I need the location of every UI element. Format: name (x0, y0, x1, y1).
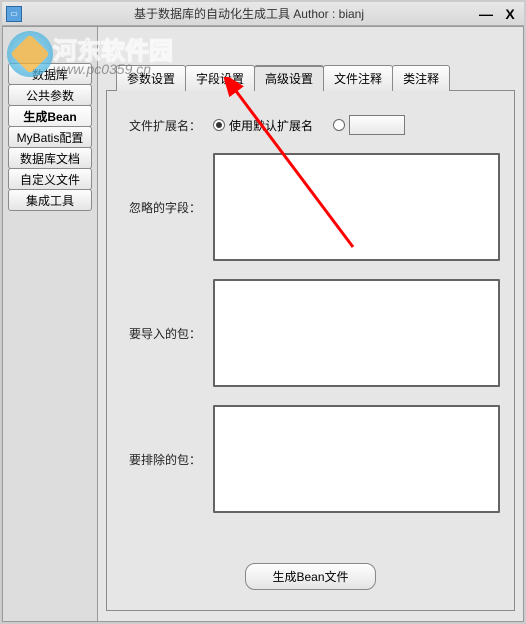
tab-advanced[interactable]: 高级设置 (254, 65, 324, 91)
sidebar: 数据库 公共参数 生成Bean MyBatis配置 数据库文档 自定义文件 集成… (3, 27, 98, 621)
radio-custom-ext[interactable] (333, 115, 405, 135)
sidebar-item-common-params[interactable]: 公共参数 (8, 84, 92, 106)
sidebar-item-database[interactable]: 数据库 (8, 63, 92, 85)
app-icon: ▭ (6, 6, 22, 22)
label-file-extension: 文件扩展名： (121, 113, 201, 134)
sidebar-item-mybatis[interactable]: MyBatis配置 (8, 126, 92, 148)
label-ignore-fields: 忽略的字段： (121, 199, 201, 216)
window-title: 基于数据库的自动化生成工具 Author : bianj (28, 5, 470, 22)
row-ignore-fields: 忽略的字段： (121, 153, 500, 261)
tab-params[interactable]: 参数设置 (116, 65, 186, 91)
tabstrip: 参数设置 字段设置 高级设置 文件注释 类注释 (116, 65, 515, 91)
sidebar-item-generate-bean[interactable]: 生成Bean (8, 105, 92, 127)
custom-ext-input[interactable] (349, 115, 405, 135)
main-panel: 参数设置 字段设置 高级设置 文件注释 类注释 文件扩展名： 使用默认扩展名 (98, 27, 523, 621)
ignore-fields-textarea[interactable] (213, 153, 500, 261)
label-import-packages: 要导入的包： (121, 325, 201, 342)
tab-fields[interactable]: 字段设置 (185, 65, 255, 91)
radio-default-ext[interactable]: 使用默认扩展名 (213, 117, 313, 134)
radio-icon (213, 119, 225, 131)
close-button[interactable]: X (500, 6, 520, 22)
tab-file-comments[interactable]: 文件注释 (323, 65, 393, 91)
row-import-packages: 要导入的包： (121, 279, 500, 387)
tab-content-advanced: 文件扩展名： 使用默认扩展名 忽略的字段： (106, 90, 515, 611)
label-exclude-packages: 要排除的包： (121, 451, 201, 468)
radio-icon (333, 119, 345, 131)
generate-bean-button[interactable]: 生成Bean文件 (245, 563, 375, 590)
sidebar-item-integration-tools[interactable]: 集成工具 (8, 189, 92, 211)
radio-default-ext-label: 使用默认扩展名 (229, 117, 313, 134)
exclude-packages-textarea[interactable] (213, 405, 500, 513)
row-file-extension: 文件扩展名： 使用默认扩展名 (121, 113, 500, 135)
import-packages-textarea[interactable] (213, 279, 500, 387)
minimize-button[interactable]: — (476, 6, 496, 22)
tab-class-comments[interactable]: 类注释 (392, 65, 450, 91)
sidebar-item-db-docs[interactable]: 数据库文档 (8, 147, 92, 169)
row-exclude-packages: 要排除的包： (121, 405, 500, 513)
sidebar-item-custom-files[interactable]: 自定义文件 (8, 168, 92, 190)
titlebar: ▭ 基于数据库的自动化生成工具 Author : bianj — X (2, 2, 524, 26)
